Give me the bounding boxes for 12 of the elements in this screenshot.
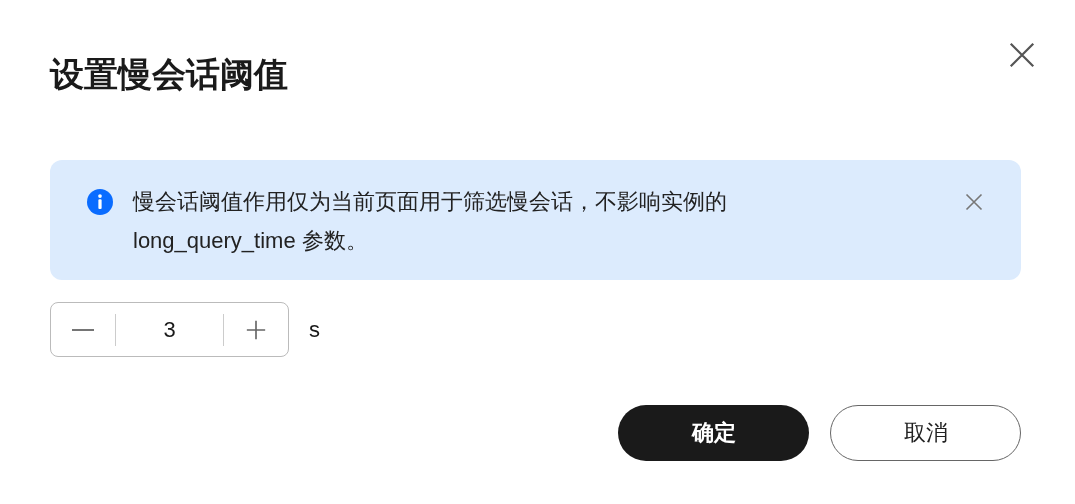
close-icon[interactable] [964,192,984,212]
number-stepper[interactable]: 3 [50,302,289,357]
plus-icon [245,318,267,341]
dialog-title: 设置慢会话阈值 [50,54,288,95]
info-icon [87,189,113,215]
close-icon[interactable] [1007,40,1037,70]
banner-text: 慢会话阈值作用仅为当前页面用于筛选慢会话，不影响实例的 long_query_time 参数。 [133,188,728,255]
stepper-value: 3 [162,316,177,343]
unit-label: s [309,316,320,343]
cancel-button[interactable]: 取消 [830,405,1021,461]
confirm-button[interactable]: 确定 [618,405,809,461]
minus-icon [72,328,94,331]
